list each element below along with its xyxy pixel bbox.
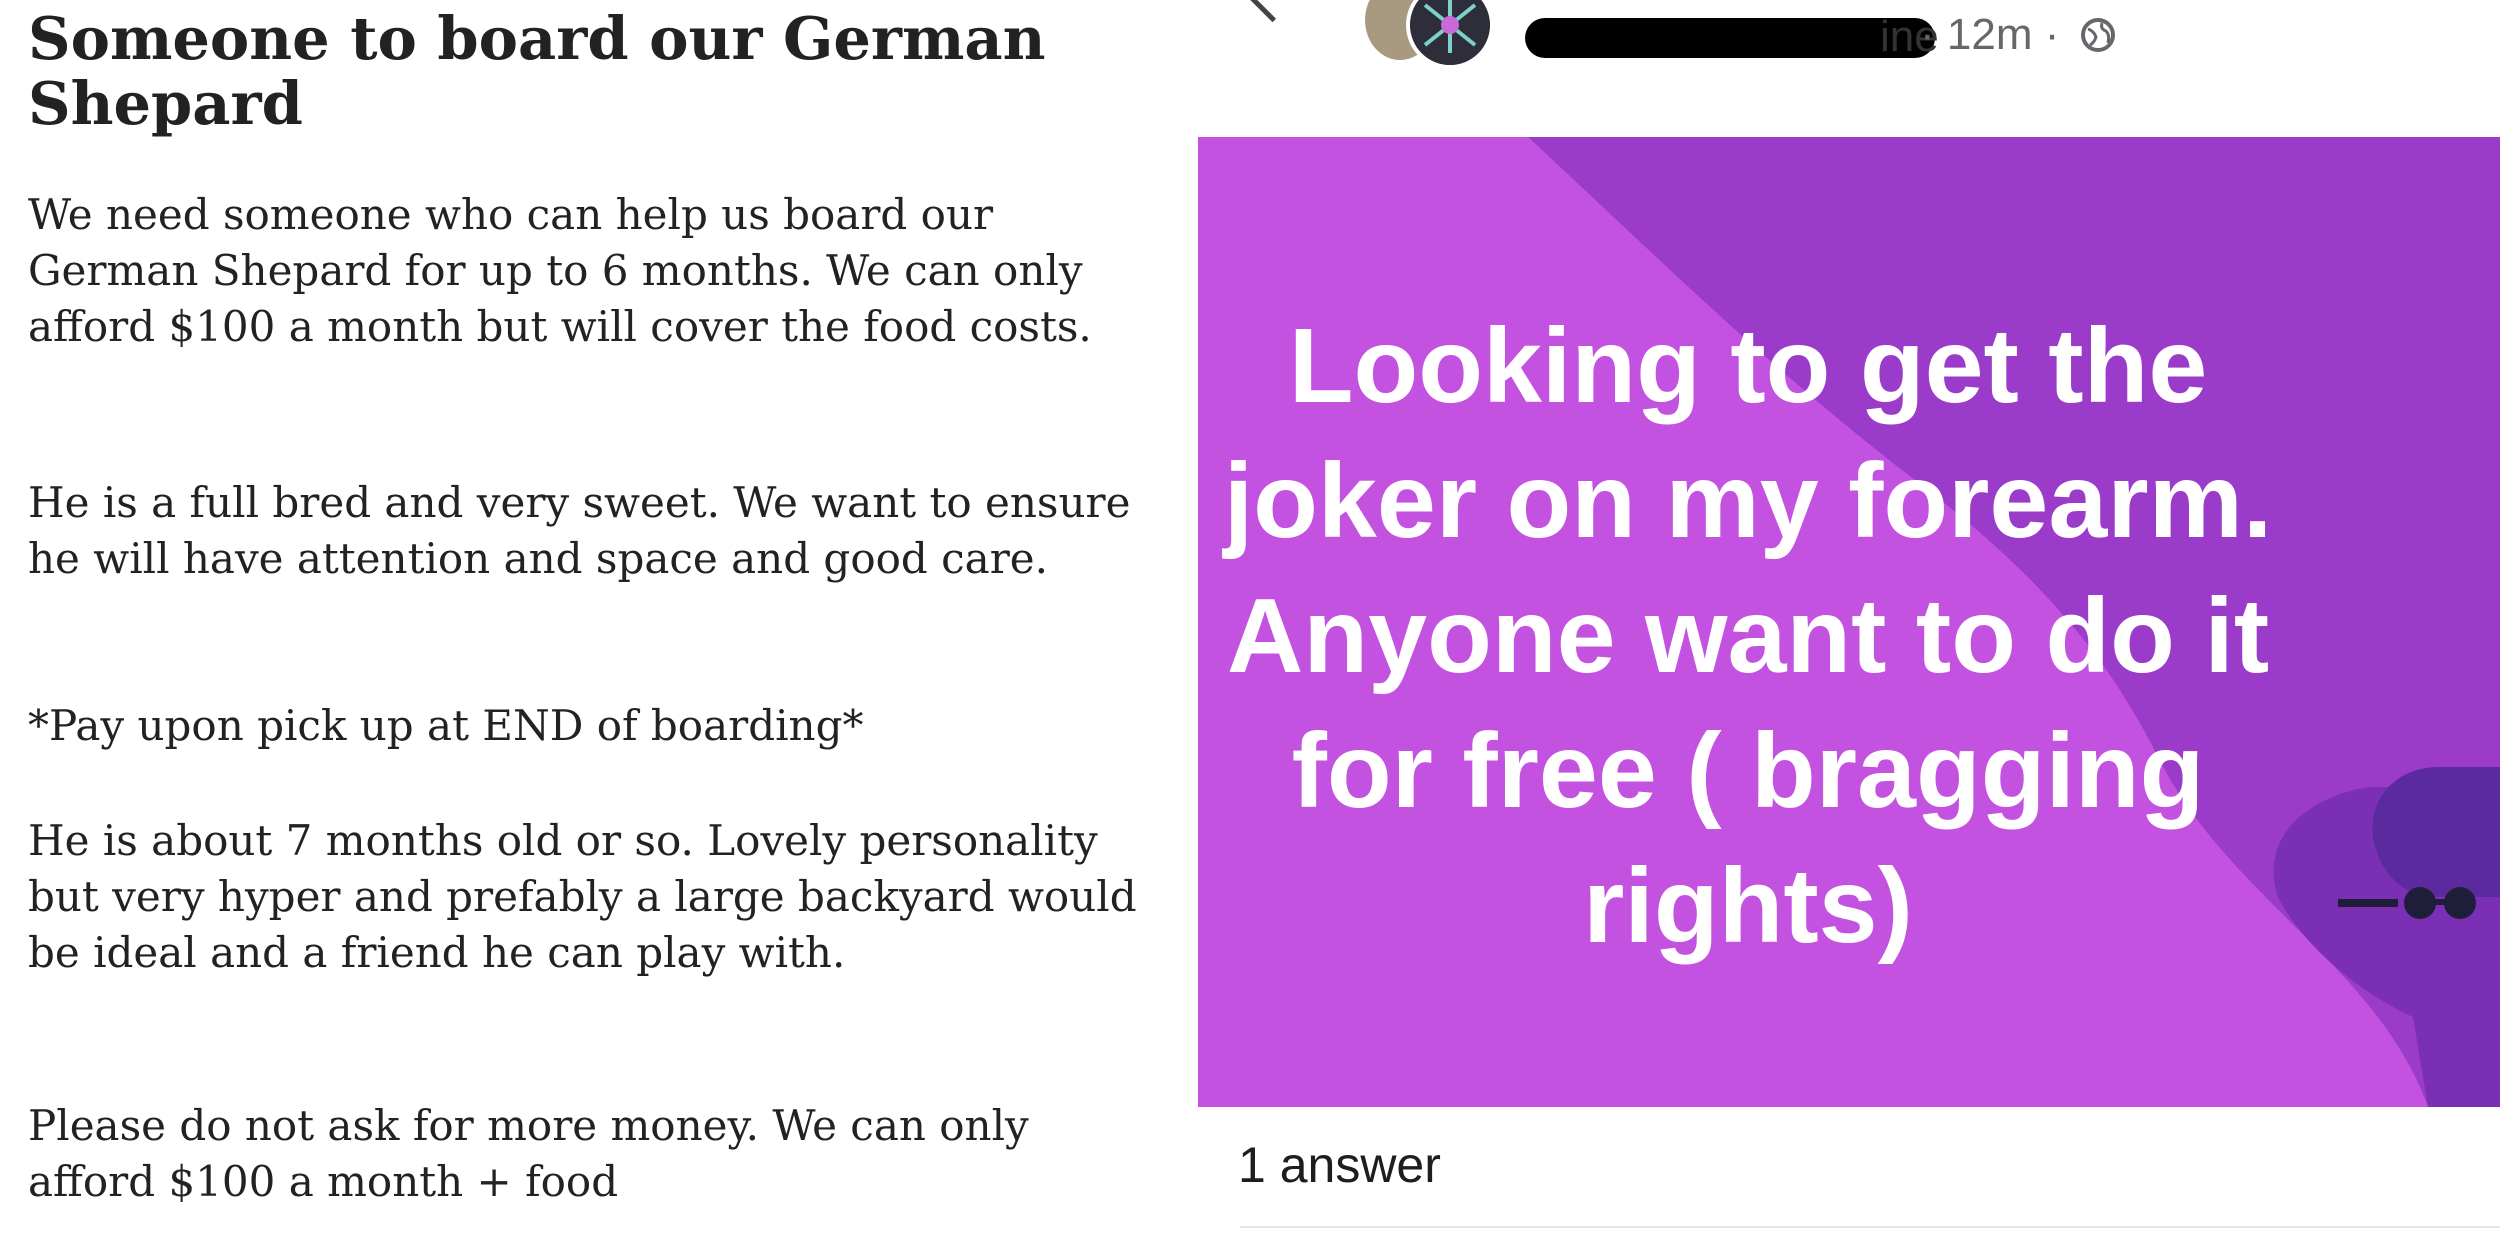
post-text: Looking to get the joker on my forearm. … [1198, 299, 2298, 974]
post-text-line: for free ( bragging [1291, 712, 2205, 830]
redacted-author-name [1525, 18, 1935, 58]
answers-link[interactable]: 1 answer [1238, 1136, 1441, 1194]
globe-icon [2081, 18, 2115, 52]
listing-paragraph: He is a full bred and very sweet. We wan… [28, 478, 1131, 583]
divider [1240, 1226, 2500, 1228]
listing-paragraph: Please do not ask for more money. We can… [28, 1101, 1029, 1206]
back-arrow-icon[interactable] [1247, 0, 1298, 23]
post-background: Looking to get the joker on my forearm. … [1198, 137, 2500, 1107]
post-text-line: Anyone want to do it [1226, 577, 2270, 695]
listing-title: Someone to board our German Shepard [28, 4, 1046, 139]
listing-paragraph: *Pay upon pick up at END of boarding* [28, 701, 864, 750]
author-avatar[interactable] [1410, 0, 1490, 65]
post-text-line: Looking to get the [1288, 307, 2208, 425]
facebook-post: ine · 12m · Looking to get the joker on … [1180, 0, 2500, 1250]
post-text-line: rights) [1583, 847, 1913, 965]
listing-paragraph: He is about 7 months old or so. Lovely p… [28, 816, 1137, 977]
craigslist-listing: craigslist Someone to board our German S… [0, 0, 1180, 1250]
listing-paragraph: We need someone who can help us board ou… [28, 190, 1092, 351]
post-text-line: joker on my forearm. [1223, 442, 2273, 560]
post-timestamp[interactable]: · 12m · [1920, 10, 2059, 60]
